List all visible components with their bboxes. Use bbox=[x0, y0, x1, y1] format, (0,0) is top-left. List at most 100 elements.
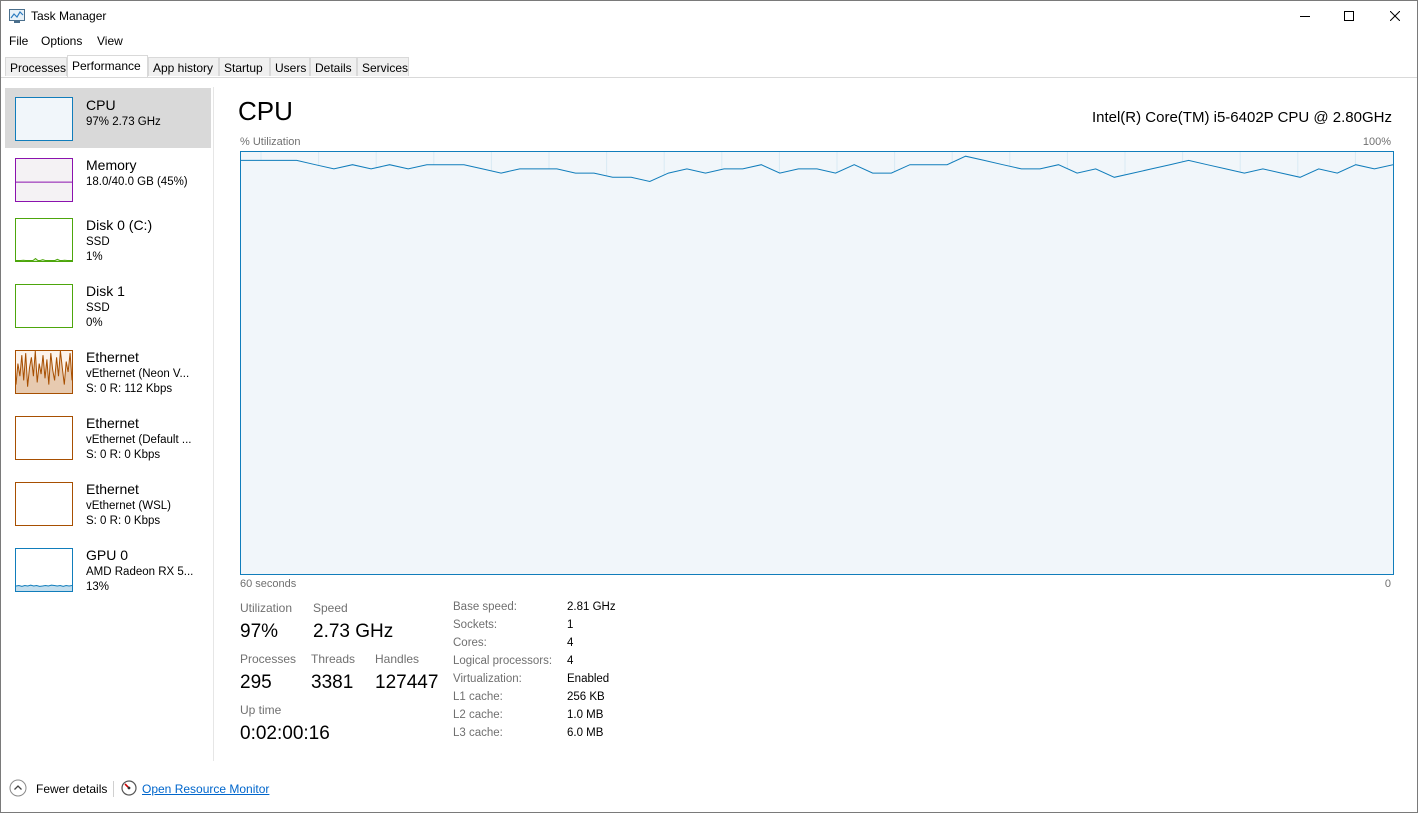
sidebar-item-gpu-0[interactable]: GPU 0 AMD Radeon RX 5... 13% bbox=[5, 538, 211, 604]
menu-file[interactable]: File bbox=[9, 34, 28, 48]
sidebar-item-ethernet-wsl[interactable]: Ethernet vEthernet (WSL) S: 0 R: 0 Kbps bbox=[5, 472, 211, 538]
sidebar-item-detail: S: 0 R: 0 Kbps bbox=[86, 449, 161, 461]
memory-usage-fill bbox=[16, 182, 72, 201]
sockets-value: 1 bbox=[567, 619, 574, 631]
sidebar-item-name: Ethernet bbox=[86, 415, 139, 431]
sidebar-item-name: Memory bbox=[86, 157, 137, 173]
graph-time-span: 60 seconds bbox=[240, 578, 297, 590]
chevron-up-circle-icon[interactable] bbox=[9, 779, 27, 797]
menu-view[interactable]: View bbox=[97, 34, 123, 48]
window-title: Task Manager bbox=[31, 9, 107, 23]
speed-label: Speed bbox=[313, 601, 348, 615]
sidebar-divider[interactable] bbox=[213, 87, 214, 761]
sidebar-item-name: Ethernet bbox=[86, 349, 139, 365]
task-manager-window: Task Manager File Options View Processes… bbox=[0, 0, 1418, 813]
sidebar-item-detail: vEthernet (WSL) bbox=[86, 500, 171, 512]
sidebar-item-detail: AMD Radeon RX 5... bbox=[86, 566, 194, 578]
open-resource-monitor-link[interactable]: Open Resource Monitor bbox=[142, 782, 269, 796]
sidebar-item-name: Disk 0 (C:) bbox=[86, 217, 153, 233]
sidebar-item-detail: 0% bbox=[86, 317, 103, 329]
tab-processes[interactable]: Processes bbox=[5, 57, 67, 76]
sidebar-item-name: GPU 0 bbox=[86, 547, 129, 563]
task-manager-app-icon bbox=[9, 9, 25, 23]
tab-bar: Processes Performance App history Startu… bbox=[1, 55, 1417, 78]
fewer-details-button[interactable]: Fewer details bbox=[36, 782, 107, 796]
sidebar-item-detail: S: 0 R: 0 Kbps bbox=[86, 515, 161, 527]
processes-label: Processes bbox=[240, 652, 297, 666]
threads-label: Threads bbox=[311, 652, 356, 666]
sidebar-item-detail: SSD bbox=[86, 302, 110, 314]
sparkline bbox=[16, 257, 72, 261]
cpu-utilization-chart bbox=[241, 152, 1393, 574]
cores-label: Cores: bbox=[453, 637, 487, 649]
handles-value: 127447 bbox=[375, 672, 439, 693]
tab-details[interactable]: Details bbox=[310, 57, 357, 76]
footer-bar: Fewer details Open Resource Monitor bbox=[1, 776, 1417, 801]
close-icon bbox=[1390, 11, 1400, 21]
minimize-icon bbox=[1300, 16, 1310, 17]
base-speed-value: 2.81 GHz bbox=[567, 601, 616, 613]
sidebar-item-disk-0[interactable]: Disk 0 (C:) SSD 1% bbox=[5, 208, 211, 274]
memory-thumbnail-graph bbox=[15, 158, 73, 202]
ethernet-default-thumbnail-graph bbox=[15, 416, 73, 460]
sidebar-item-detail: vEthernet (Default ... bbox=[86, 434, 192, 446]
minimize-button[interactable] bbox=[1282, 1, 1328, 31]
cpu-thumbnail-graph bbox=[15, 97, 73, 141]
utilization-value: 97% bbox=[240, 621, 279, 642]
page-title: CPU bbox=[238, 96, 293, 126]
l1-cache-label: L1 cache: bbox=[453, 691, 503, 703]
menu-bar: File Options View bbox=[1, 32, 1417, 52]
tab-startup[interactable]: Startup bbox=[219, 57, 270, 76]
utilization-area bbox=[241, 156, 1393, 574]
maximize-icon bbox=[1344, 11, 1354, 21]
logical-processors-label: Logical processors: bbox=[453, 655, 553, 667]
maximize-button[interactable] bbox=[1326, 1, 1372, 31]
disk-1-thumbnail-graph bbox=[15, 284, 73, 328]
sidebar-item-detail: S: 0 R: 112 Kbps bbox=[86, 383, 173, 395]
cores-value: 4 bbox=[567, 637, 574, 649]
footer-divider bbox=[113, 781, 114, 797]
disk-0-thumbnail-graph bbox=[15, 218, 73, 262]
speed-value: 2.73 GHz bbox=[313, 621, 394, 642]
sidebar-item-ethernet-neon[interactable]: Ethernet vEthernet (Neon V... S: 0 R: 11… bbox=[5, 340, 211, 406]
tab-performance[interactable]: Performance bbox=[67, 55, 148, 77]
graph-time-now: 0 bbox=[1384, 578, 1391, 590]
l2-cache-label: L2 cache: bbox=[453, 709, 503, 721]
tab-app-history[interactable]: App history bbox=[148, 57, 219, 76]
sidebar-item-name: Disk 1 bbox=[86, 283, 125, 299]
logical-processors-value: 4 bbox=[567, 655, 574, 667]
graph-y-label: % Utilization bbox=[240, 136, 301, 148]
utilization-label: Utilization bbox=[240, 601, 293, 615]
sidebar-item-detail: 18.0/40.0 GB (45%) bbox=[86, 176, 188, 188]
sidebar-item-detail: 13% bbox=[86, 581, 110, 593]
tab-users[interactable]: Users bbox=[270, 57, 310, 76]
graph-y-max: 100% bbox=[1362, 136, 1391, 148]
resource-monitor-icon bbox=[121, 780, 137, 796]
sidebar-item-ethernet-default[interactable]: Ethernet vEthernet (Default ... S: 0 R: … bbox=[5, 406, 211, 472]
sidebar-item-cpu[interactable]: CPU 97% 2.73 GHz bbox=[5, 88, 211, 148]
title-bar[interactable]: Task Manager bbox=[1, 1, 1417, 31]
close-button[interactable] bbox=[1372, 1, 1418, 31]
sidebar-item-detail: SSD bbox=[86, 236, 110, 248]
sockets-label: Sockets: bbox=[453, 619, 498, 631]
sidebar-item-detail: 1% bbox=[86, 251, 103, 263]
threads-value: 3381 bbox=[311, 672, 354, 693]
gpu-0-thumbnail-graph bbox=[15, 548, 73, 592]
tab-services[interactable]: Services bbox=[357, 57, 409, 76]
menu-options[interactable]: Options bbox=[41, 34, 82, 48]
virtualization-value: Enabled bbox=[567, 673, 610, 685]
sidebar-item-detail: 97% 2.73 GHz bbox=[86, 116, 161, 128]
sidebar-item-detail: vEthernet (Neon V... bbox=[86, 368, 190, 380]
cpu-utilization-graph[interactable] bbox=[240, 151, 1394, 575]
l3-cache-label: L3 cache: bbox=[453, 727, 503, 739]
uptime-value: 0:02:00:16 bbox=[240, 723, 330, 744]
ethernet-neon-thumbnail-graph bbox=[15, 350, 73, 394]
sidebar-item-memory[interactable]: Memory 18.0/40.0 GB (45%) bbox=[5, 148, 211, 208]
cpu-model-name: Intel(R) Core(TM) i5-6402P CPU @ 2.80GHz bbox=[1091, 109, 1392, 126]
handles-label: Handles bbox=[375, 652, 420, 666]
uptime-label: Up time bbox=[240, 703, 282, 717]
sidebar-item-disk-1[interactable]: Disk 1 SSD 0% bbox=[5, 274, 211, 340]
processes-value: 295 bbox=[240, 672, 272, 693]
sidebar-item-name: CPU bbox=[86, 97, 116, 113]
sidebar-item-name: Ethernet bbox=[86, 481, 139, 497]
